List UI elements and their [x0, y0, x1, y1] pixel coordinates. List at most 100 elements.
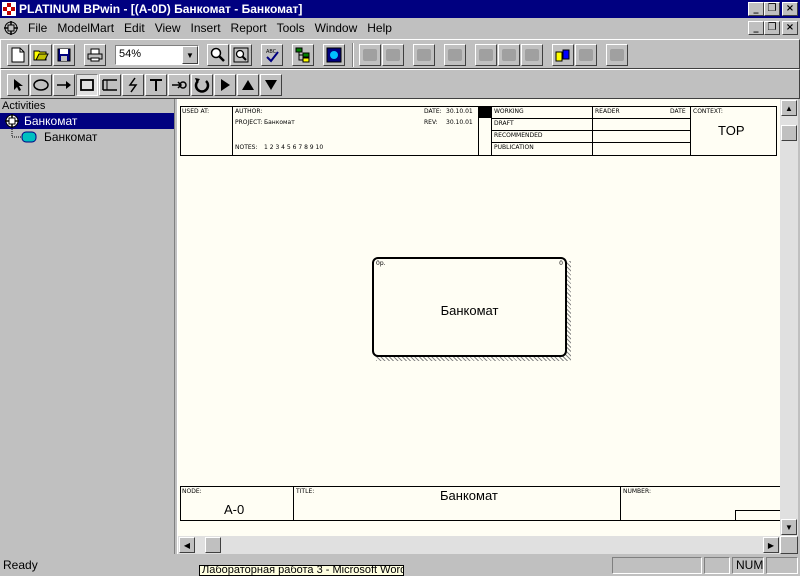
- window-title: PLATINUM BPwin - [(A-0D) Банкомат - Банк…: [19, 2, 303, 16]
- mm-security-button[interactable]: [575, 44, 597, 66]
- tunnel-tool-button[interactable]: [168, 74, 190, 96]
- menu-help[interactable]: Help: [362, 21, 397, 35]
- print-button[interactable]: [84, 44, 106, 66]
- mm-grid-button[interactable]: [521, 44, 543, 66]
- zoom-in-button[interactable]: [207, 44, 229, 66]
- menu-view[interactable]: View: [150, 21, 186, 35]
- activity-box-tool-button[interactable]: [76, 74, 98, 96]
- menu-report[interactable]: Report: [226, 21, 272, 35]
- up-icon: [242, 80, 254, 90]
- modelmart-button[interactable]: [323, 44, 345, 66]
- down-button[interactable]: [260, 74, 282, 96]
- mm-save-button[interactable]: [498, 44, 520, 66]
- mm-settings-button[interactable]: [606, 44, 628, 66]
- scroll-left-button[interactable]: ◀: [179, 537, 195, 553]
- new-button[interactable]: [7, 44, 29, 66]
- doc-close-button[interactable]: ×: [782, 21, 798, 35]
- activities-tree: Банкомат Банкомат: [0, 113, 174, 554]
- date-label: DATE:: [424, 108, 442, 115]
- arrow-right-icon: ▶: [767, 540, 775, 550]
- menu-insert[interactable]: Insert: [186, 21, 226, 35]
- menu-bar: File ModelMart Edit View Insert Report T…: [0, 18, 800, 38]
- horizontal-scroll-thumb[interactable]: [205, 537, 221, 553]
- menu-window[interactable]: Window: [310, 21, 363, 35]
- doc-minimize-button[interactable]: _: [748, 21, 764, 35]
- mm-users-button[interactable]: [552, 44, 574, 66]
- save-button[interactable]: [53, 44, 75, 66]
- drawing-toolbar: [0, 69, 800, 99]
- status-pane-2: [704, 557, 730, 574]
- vertical-scrollbar[interactable]: ▲ ▼: [780, 99, 798, 536]
- connect-icon: [363, 49, 377, 61]
- scroll-right-button[interactable]: ▶: [763, 537, 779, 553]
- zoom-combo[interactable]: 54% ▼: [115, 45, 199, 65]
- vertical-scroll-thumb[interactable]: [781, 125, 797, 141]
- restore-button[interactable]: ❐: [764, 2, 780, 16]
- up-button[interactable]: [237, 74, 259, 96]
- model-explorer-panel: Activities Банкомат Банкомат: [0, 99, 174, 554]
- play-button[interactable]: [214, 74, 236, 96]
- zoom-dropdown-button[interactable]: ▼: [182, 46, 198, 64]
- menu-modelmart[interactable]: ModelMart: [52, 21, 119, 35]
- arrow-tool-button[interactable]: [53, 74, 75, 96]
- go-to-parent-icon: [194, 78, 210, 93]
- taskbar-tooltip: Лабораторная работа 3 - Microsoft Word: [199, 565, 404, 576]
- mm-lock-button[interactable]: [413, 44, 435, 66]
- date2-label: DATE: [670, 108, 686, 115]
- horizontal-scrollbar[interactable]: ◀ ▶: [178, 536, 780, 554]
- datastore-tool-button[interactable]: [99, 74, 121, 96]
- tree-item-child-label: Банкомат: [44, 130, 98, 144]
- rev-label: REV:: [424, 119, 438, 126]
- rev-value: 30.10.01: [446, 119, 473, 126]
- zoom-fit-button[interactable]: [230, 44, 252, 66]
- mm-library-button[interactable]: [444, 44, 466, 66]
- menu-tools[interactable]: Tools: [272, 21, 310, 35]
- menu-file[interactable]: File: [23, 21, 52, 35]
- squiggle-icon: [128, 77, 138, 93]
- menu-edit[interactable]: Edit: [119, 21, 150, 35]
- down-icon: [265, 80, 277, 90]
- mm-open-button[interactable]: [475, 44, 497, 66]
- bpwin-app-icon[interactable]: [2, 2, 16, 16]
- window-title-bar[interactable]: PLATINUM BPwin - [(A-0D) Банкомат - Банк…: [0, 0, 800, 18]
- open-button[interactable]: [30, 44, 52, 66]
- mm-open-icon: [479, 49, 493, 61]
- close-button[interactable]: ×: [782, 2, 798, 16]
- open-icon: [33, 50, 49, 61]
- scroll-down-button[interactable]: ▼: [781, 519, 797, 535]
- model-explorer-icon: [295, 47, 310, 63]
- status-pane-1: [612, 557, 702, 574]
- project-label: PROJECT:: [235, 119, 263, 126]
- pointer-tool-button[interactable]: [7, 74, 29, 96]
- text-tool-button[interactable]: [145, 74, 167, 96]
- working-status-marker: [479, 107, 491, 118]
- scroll-corner: [780, 536, 798, 554]
- arrow-down-icon: ▼: [785, 522, 793, 532]
- save-icon: [57, 48, 71, 62]
- notes-label: NOTES:: [235, 144, 258, 151]
- tree-item-child[interactable]: Банкомат: [0, 129, 174, 145]
- mm-disconnect-button[interactable]: [382, 44, 404, 66]
- mm-connect-button[interactable]: [359, 44, 381, 66]
- project-value: Банкомат: [264, 119, 295, 126]
- doc-restore-button[interactable]: ❐: [764, 21, 780, 35]
- zoom-value: 54%: [119, 48, 142, 60]
- go-to-parent-button[interactable]: [191, 74, 213, 96]
- minimize-button[interactable]: _: [748, 2, 764, 16]
- arrow-left-icon: ◀: [183, 540, 191, 550]
- status-text: Ready: [3, 558, 38, 572]
- spell-check-button[interactable]: ABC: [261, 44, 283, 66]
- diagram-canvas[interactable]: USED AT: AUTHOR: PROJECT: Банкомат NOTES…: [178, 99, 780, 536]
- tree-item-root[interactable]: Банкомат: [0, 113, 174, 129]
- scroll-up-button[interactable]: ▲: [781, 100, 797, 116]
- activity-oval-tool-button[interactable]: [30, 74, 52, 96]
- activity-root-icon: [5, 114, 19, 128]
- status-publication: PUBLICATION: [494, 144, 534, 151]
- arrow-icon: [57, 81, 71, 89]
- activity-corner-label: 0p.: [376, 260, 386, 267]
- squiggle-tool-button[interactable]: [122, 74, 144, 96]
- diagram-title-value: Банкомат: [440, 488, 498, 503]
- activity-box[interactable]: 0p. 0 Банкомат: [372, 257, 567, 357]
- model-explorer-button[interactable]: [292, 44, 314, 66]
- document-system-icon[interactable]: [3, 20, 19, 36]
